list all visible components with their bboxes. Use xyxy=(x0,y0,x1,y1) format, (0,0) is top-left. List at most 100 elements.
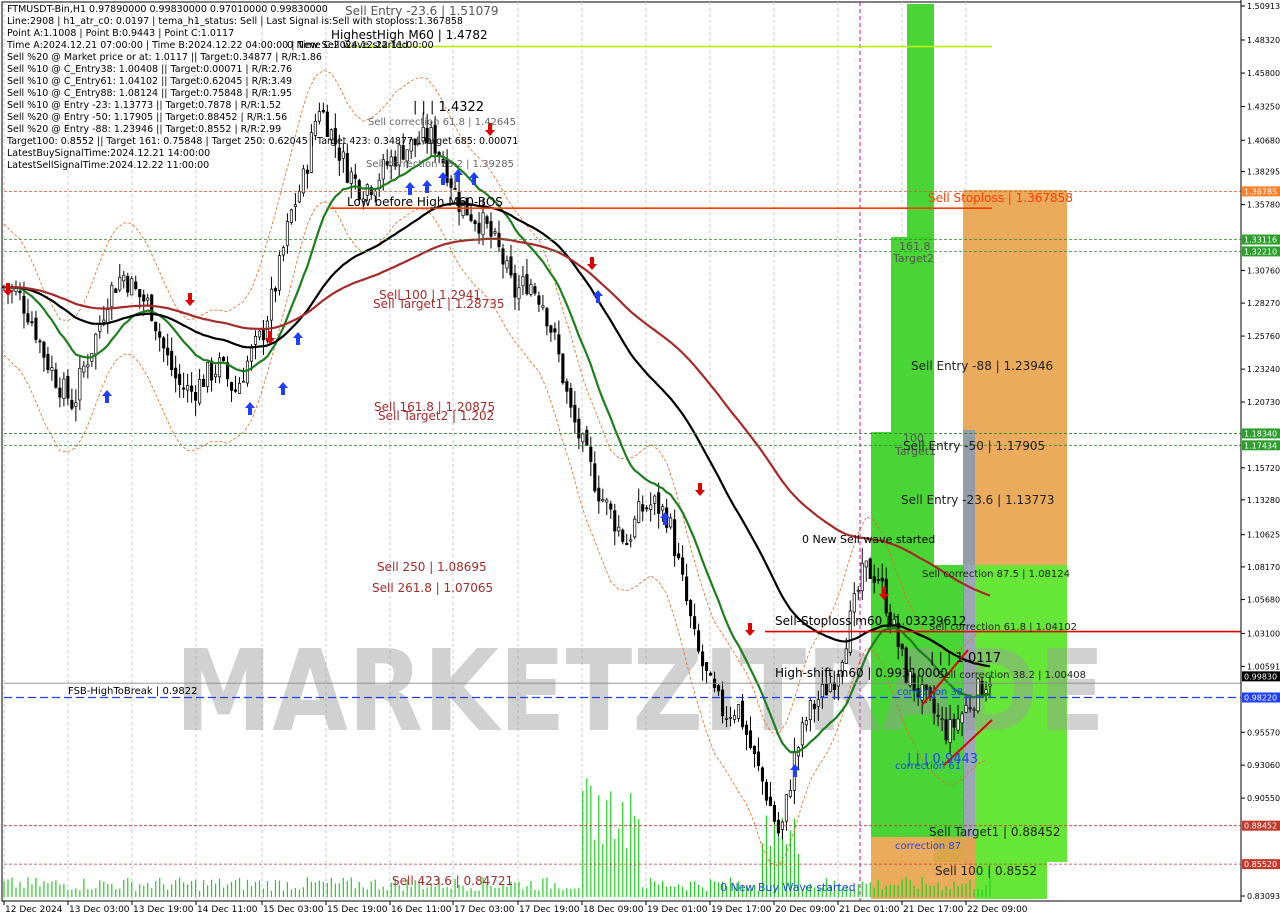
candle-body xyxy=(86,364,90,368)
candle-body xyxy=(349,171,353,184)
level-label: FSB-HighToBreak | 0.9822 xyxy=(68,686,197,697)
time-tick-label: 13 Dec 19:00 xyxy=(133,905,194,915)
candle-body xyxy=(593,463,597,492)
candle-body xyxy=(170,350,174,371)
price-tick-label: 1.08170 xyxy=(1247,563,1280,572)
info-line: Target100: 0.8552 || Target 161: 0.75848… xyxy=(7,136,519,147)
candle-body xyxy=(46,353,50,371)
candle-body xyxy=(533,286,537,294)
chart-annotation: correction 38 xyxy=(897,687,963,698)
candle-body xyxy=(573,404,577,423)
candle-body xyxy=(609,503,613,510)
price-axis: 1.50913 1.48320 1.45800 1.43250 1.40680 1.382… xyxy=(1240,0,1280,920)
candle-body xyxy=(856,589,860,592)
candle-body xyxy=(70,399,74,409)
price-tick-label: 1.38295 xyxy=(1247,168,1280,177)
candle-body xyxy=(720,689,725,717)
info-line: Point A:1.1008 | Point B:0.9443 | Point … xyxy=(7,28,235,39)
candle-body xyxy=(453,187,457,190)
price-tick-label: 0.95570 xyxy=(1247,728,1280,737)
time-axis: 12 Dec 2024 13 Dec 03:00 13 Dec 19:00 14 De… xyxy=(2,900,1241,915)
buy-arrow-icon xyxy=(593,290,603,303)
info-line: FTMUSDT-Bin,H1 0.97890000 0.99830000 0.9… xyxy=(7,4,328,15)
candle-body xyxy=(613,510,617,532)
chart-annotation: correction 87 xyxy=(895,841,961,852)
candle-body xyxy=(689,600,693,617)
candle-body xyxy=(653,495,657,504)
candle-body xyxy=(194,392,198,401)
candle-body xyxy=(764,781,769,801)
candle-body xyxy=(277,255,281,291)
zone-label: Sell Target1 | 0.88452 xyxy=(929,825,1061,839)
candle-body xyxy=(257,330,262,338)
zone-orange-stoploss xyxy=(963,190,1067,565)
candle-body xyxy=(78,367,82,401)
candle-body xyxy=(249,347,254,362)
time-tick-label: 19 Dec 01:00 xyxy=(647,905,708,915)
candle-body xyxy=(932,698,936,714)
candle-body xyxy=(693,616,697,630)
candle-body xyxy=(94,333,98,355)
candle-body xyxy=(697,630,701,652)
candle-body xyxy=(449,178,453,188)
candle-body xyxy=(621,529,625,542)
candle-body xyxy=(353,174,357,179)
candle-body xyxy=(760,767,765,782)
candle-body xyxy=(968,707,972,710)
candle-body xyxy=(210,360,214,381)
candle-body xyxy=(768,796,772,807)
candle-body xyxy=(269,288,274,321)
info-line: Time A:2024.12.21 07:00:00 | Time B:2024… xyxy=(7,40,434,51)
candle-body xyxy=(645,507,649,510)
candle-body xyxy=(501,248,505,265)
candle-body xyxy=(273,288,277,292)
candle-body xyxy=(784,794,788,822)
candle-body xyxy=(788,789,792,797)
candle-body xyxy=(26,313,30,323)
candle-body xyxy=(218,357,222,378)
zone-label: Sell correction 38.2 | 1.00408 xyxy=(938,670,1086,681)
info-line: Line:2908 | h1_atr_c0: 0.0197 | tema_h1_… xyxy=(7,16,463,27)
buy-arrow-icon xyxy=(660,512,670,525)
candle-body xyxy=(182,387,186,390)
candle-body xyxy=(261,328,266,341)
info-panel: FTMUSDT-Bin,H1 0.97890000 0.99830000 0.9… xyxy=(7,4,518,172)
candle-body xyxy=(752,745,757,754)
buy-arrow-icon xyxy=(293,332,303,345)
candle-body xyxy=(952,718,956,728)
info-line: Sell %20 @ Market price or at: 1.0117 ||… xyxy=(7,52,322,63)
candle-body xyxy=(178,373,182,385)
info-line: LatestBuySignalTime:2024.12.21 14:00:00 xyxy=(7,148,211,159)
candle-body xyxy=(736,704,741,719)
candle-body xyxy=(860,562,864,592)
candle-body xyxy=(477,222,481,234)
candle-body xyxy=(202,378,206,388)
price-tick-label: 1.20730 xyxy=(1247,398,1280,407)
buy-arrow-icon xyxy=(102,390,112,403)
candle-body xyxy=(142,294,146,302)
candle-body xyxy=(158,331,162,338)
level-label: Low before High M60-BOS xyxy=(347,195,503,209)
candle-body xyxy=(154,321,158,332)
candle-body xyxy=(493,231,497,234)
zone-label: Sell correction 87.5 | 1.08124 xyxy=(922,569,1070,580)
candle-body xyxy=(110,284,114,308)
candle-body xyxy=(844,648,848,664)
candle-body xyxy=(489,221,493,237)
candle-body xyxy=(529,284,533,295)
candle-body xyxy=(66,375,70,399)
candle-body xyxy=(174,367,178,379)
zone-label: Sell Entry -50 | 1.17905 xyxy=(903,439,1045,453)
candle-body xyxy=(469,214,473,221)
candle-body xyxy=(812,703,816,710)
candle-body xyxy=(956,718,960,731)
price-tag-label: 0.85520 xyxy=(1244,860,1277,869)
zone-label: Sell correction 61.8 | 1.04102 xyxy=(929,622,1077,633)
candle-body xyxy=(106,309,110,324)
candle-body xyxy=(58,387,62,398)
candle-body xyxy=(748,730,753,749)
info-line: Sell %10 @ Entry -23: 1.13773 || Target:… xyxy=(7,100,282,111)
candle-body xyxy=(122,274,126,282)
info-line: Sell %10 @ C_Entry61: 1.04102 || Target:… xyxy=(7,76,293,87)
candle-body xyxy=(944,719,948,741)
